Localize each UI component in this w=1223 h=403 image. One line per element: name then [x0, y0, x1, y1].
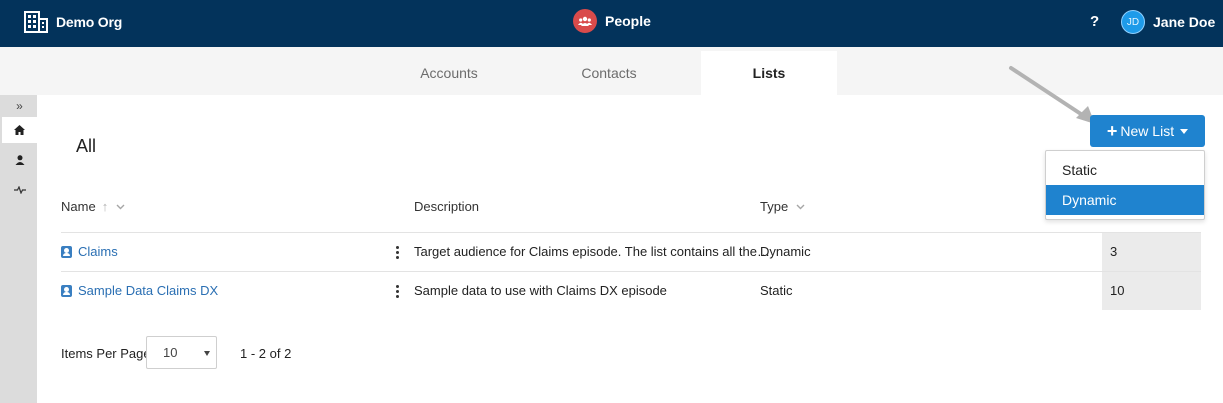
menu-item-static[interactable]: Static: [1046, 155, 1204, 185]
items-per-page-select[interactable]: 10: [146, 336, 217, 369]
divider: [61, 232, 1201, 233]
top-bar: Demo Org People ? JD Jane Doe: [0, 0, 1223, 47]
chevron-down-icon[interactable]: [796, 202, 805, 211]
list-name-link[interactable]: Claims: [61, 244, 118, 259]
menu-item-dynamic[interactable]: Dynamic: [1046, 185, 1204, 215]
column-header-name[interactable]: Name ↑: [61, 199, 125, 214]
list-description: Target audience for Claims episode. The …: [414, 244, 771, 259]
annotation-arrow: [1009, 66, 1095, 124]
caret-down-icon: [1180, 128, 1189, 134]
column-header-description: Description: [414, 199, 479, 214]
new-list-button[interactable]: + New List: [1090, 115, 1205, 147]
page-title: All: [76, 136, 97, 156]
tab-lists[interactable]: Lists: [701, 51, 837, 95]
plus-icon: +: [1106, 121, 1118, 141]
list-type: Dynamic: [760, 244, 811, 259]
new-list-label: New List: [1120, 123, 1175, 139]
items-per-page-label: Items Per Page: [61, 346, 151, 361]
help-button[interactable]: ?: [1090, 13, 1099, 30]
list-description: Sample data to use with Claims DX episod…: [414, 283, 667, 298]
caret-down-icon: [204, 351, 210, 356]
column-header-description-label: Description: [414, 199, 480, 214]
sort-ascending-icon[interactable]: ↑: [102, 199, 109, 214]
left-rail: »: [0, 95, 37, 403]
app-name: People: [605, 13, 651, 29]
people-icon: [573, 9, 597, 33]
chevron-down-icon[interactable]: [116, 202, 125, 211]
list-count: 3: [1110, 244, 1118, 259]
avatar: JD: [1121, 10, 1145, 34]
user-menu[interactable]: JD Jane Doe: [1121, 10, 1215, 34]
org-switcher[interactable]: Demo Org: [24, 8, 122, 36]
tab-accounts[interactable]: Accounts: [376, 51, 522, 95]
list-name-link[interactable]: Sample Data Claims DX: [61, 283, 218, 298]
building-icon: [24, 11, 48, 33]
home-icon[interactable]: [2, 117, 37, 143]
activity-icon[interactable]: [2, 177, 37, 203]
row-actions-icon[interactable]: [393, 285, 401, 301]
divider: [61, 271, 1201, 272]
app-title: People: [573, 9, 651, 33]
expand-rail-icon[interactable]: »: [2, 97, 37, 115]
items-per-page-value: 10: [163, 345, 178, 360]
list-count: 10: [1110, 283, 1125, 298]
contact-list-icon: [61, 245, 72, 258]
list-name: Claims: [78, 244, 118, 259]
person-icon[interactable]: [2, 147, 37, 173]
pagination-range: 1 - 2 of 2: [240, 346, 292, 361]
row-actions-icon[interactable]: [393, 246, 401, 262]
column-header-name-label: Name: [61, 199, 96, 214]
list-type: Static: [760, 283, 793, 298]
column-header-type[interactable]: Type: [760, 199, 805, 214]
contact-list-icon: [61, 284, 72, 297]
column-header-type-label: Type: [760, 199, 789, 214]
list-name: Sample Data Claims DX: [78, 283, 219, 298]
tab-contacts[interactable]: Contacts: [536, 51, 682, 95]
org-name: Demo Org: [56, 14, 123, 30]
new-list-menu: Static Dynamic: [1045, 150, 1205, 220]
user-name: Jane Doe: [1153, 14, 1216, 30]
